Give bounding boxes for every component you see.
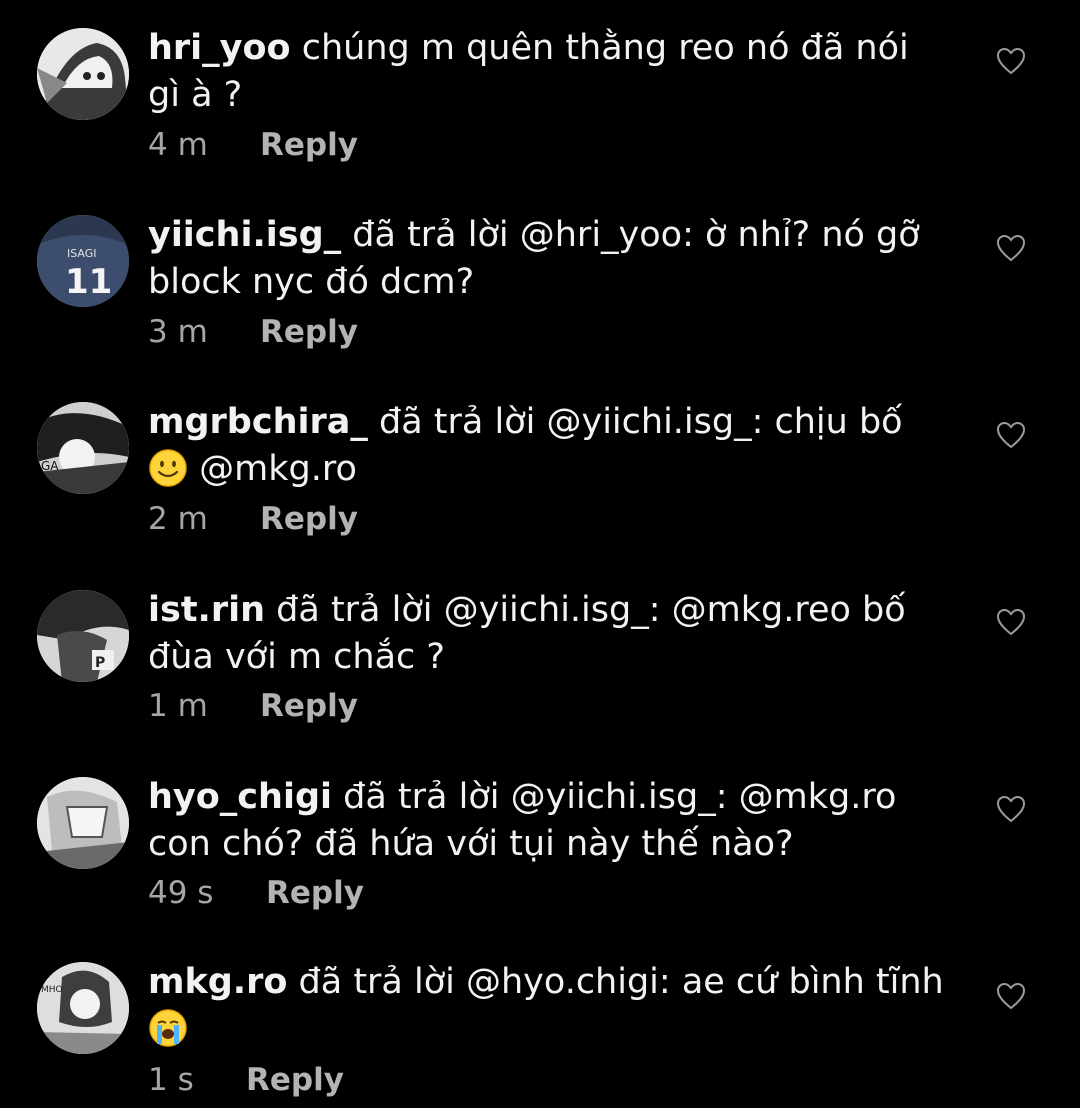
comment-text: ist.rin đã trả lời @yiichi.isg_: @mkg.re… xyxy=(148,587,948,681)
comment-text: mgrbchira_ đã trả lời @yiichi.isg_: chịu… xyxy=(148,399,948,493)
comment-time: 4 m xyxy=(148,127,208,163)
comment-text: hri_yoo chúng m quên thằng reo nó đã nói… xyxy=(148,25,948,119)
avatar-image xyxy=(37,28,129,120)
reply-button[interactable]: Reply xyxy=(260,314,358,350)
comment-username[interactable]: hyo_chigi xyxy=(148,777,332,817)
avatar-image: P xyxy=(37,590,129,682)
svg-text:11: 11 xyxy=(65,262,112,302)
avatar-image: MHO xyxy=(37,962,129,1054)
slightly-smiling-face-icon xyxy=(149,449,187,487)
svg-text:MHO: MHO xyxy=(41,985,63,995)
comment-meta: 3 m Reply xyxy=(148,314,358,350)
avatar[interactable]: GA xyxy=(37,402,129,494)
comment-time: 49 s xyxy=(148,875,214,911)
avatar-image: ISAGI 11 xyxy=(37,215,129,307)
comment-meta: 1 m Reply xyxy=(148,688,358,724)
comment-meta: 2 m Reply xyxy=(148,501,358,537)
avatar-image xyxy=(37,777,129,869)
heart-outline-icon[interactable] xyxy=(996,608,1026,636)
comment-meta: 4 m Reply xyxy=(148,127,358,163)
comment-text: mkg.ro đã trả lời @hyo.chigi: ae cứ bình… xyxy=(148,959,948,1053)
comment-username[interactable]: yiichi.isg_ xyxy=(148,215,341,255)
comment-time: 3 m xyxy=(148,314,208,350)
comment-text: yiichi.isg_ đã trả lời @hri_yoo: ờ nhỉ? … xyxy=(148,212,948,306)
avatar[interactable] xyxy=(37,28,129,120)
heart-outline-icon[interactable] xyxy=(996,234,1026,262)
comment-username[interactable]: hri_yoo xyxy=(148,28,291,68)
avatar[interactable]: P xyxy=(37,590,129,682)
reply-button[interactable]: Reply xyxy=(260,501,358,537)
reply-button[interactable]: Reply xyxy=(246,1062,344,1098)
avatar[interactable]: ISAGI 11 xyxy=(37,215,129,307)
avatar[interactable]: MHO xyxy=(37,962,129,1054)
svg-text:GA: GA xyxy=(41,459,59,473)
comment-body: đã trả lời @hyo.chigi: ae cứ bình tĩnh xyxy=(287,962,944,1002)
heart-outline-icon[interactable] xyxy=(996,795,1026,823)
avatar-image: GA xyxy=(37,402,129,494)
comment-text: hyo_chigi đã trả lời @yiichi.isg_: @mkg.… xyxy=(148,774,948,868)
avatar[interactable] xyxy=(37,777,129,869)
comment-time: 2 m xyxy=(148,501,208,537)
comment-body: đã trả lời @yiichi.isg_: chịu bố xyxy=(367,402,903,442)
heart-outline-icon[interactable] xyxy=(996,982,1026,1010)
comment-time: 1 m xyxy=(148,688,208,724)
svg-text:P: P xyxy=(95,655,105,671)
reply-button[interactable]: Reply xyxy=(260,688,358,724)
comment-meta: 1 s Reply xyxy=(148,1062,344,1098)
reply-button[interactable]: Reply xyxy=(266,875,364,911)
comment-username[interactable]: mkg.ro xyxy=(148,962,287,1002)
heart-outline-icon[interactable] xyxy=(996,47,1026,75)
comment-time: 1 s xyxy=(148,1062,194,1098)
loudly-crying-face-icon xyxy=(149,1009,187,1047)
comment-mention[interactable]: @mkg.ro xyxy=(188,449,357,489)
svg-text:ISAGI: ISAGI xyxy=(67,247,97,260)
heart-outline-icon[interactable] xyxy=(996,421,1026,449)
comment-username[interactable]: mgrbchira_ xyxy=(148,402,368,442)
reply-button[interactable]: Reply xyxy=(260,127,358,163)
comment-username[interactable]: ist.rin xyxy=(148,590,265,630)
comment-meta: 49 s Reply xyxy=(148,875,364,911)
